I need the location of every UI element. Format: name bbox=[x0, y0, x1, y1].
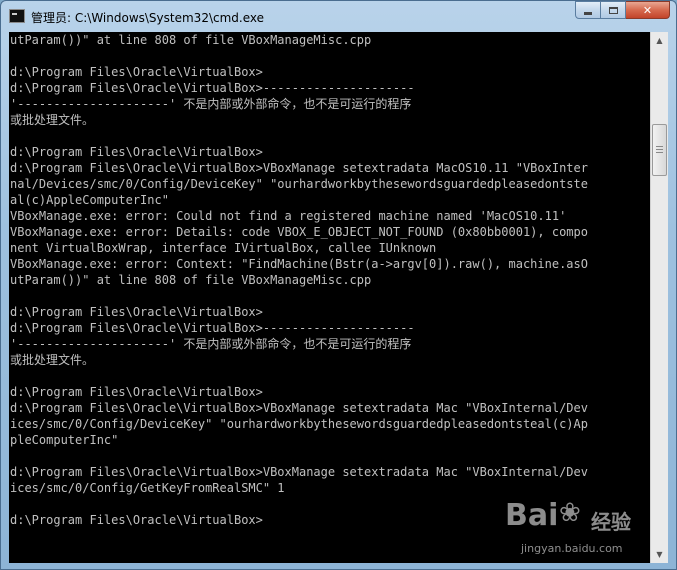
console-line: ices/smc/0/Config/GetKeyFromRealSMC" 1 bbox=[10, 481, 285, 495]
console-line: pleComputerInc" bbox=[10, 433, 119, 447]
console-line: VBoxManage.exe: error: Context: "FindMac… bbox=[10, 257, 588, 271]
console-line: 或批处理文件。 bbox=[10, 113, 95, 127]
scroll-up-arrow-icon[interactable]: ▲ bbox=[651, 32, 668, 49]
maximize-icon bbox=[608, 6, 618, 14]
console-line: 或批处理文件。 bbox=[10, 353, 95, 367]
minimize-button[interactable] bbox=[575, 1, 601, 19]
console-line: VBoxManage.exe: error: Details: code VBO… bbox=[10, 225, 588, 239]
console-line: al(c)AppleComputerInc" bbox=[10, 193, 169, 207]
console-line: utParam())" at line 808 of file VBoxMana… bbox=[10, 273, 372, 287]
maximize-button[interactable] bbox=[601, 1, 626, 19]
caption-buttons: ✕ bbox=[575, 1, 670, 21]
title-bar[interactable]: 管理员: C:\Windows\System32\cmd.exe ✕ bbox=[1, 1, 676, 33]
window-title: 管理员: C:\Windows\System32\cmd.exe bbox=[31, 11, 264, 25]
console-output[interactable]: utParam())" at line 808 of file VBoxMana… bbox=[9, 32, 650, 563]
vertical-scrollbar[interactable]: ▲ ▼ bbox=[650, 32, 668, 563]
console-line: d:\Program Files\Oracle\VirtualBox>-----… bbox=[10, 321, 415, 335]
cmd-window: 管理员: C:\Windows\System32\cmd.exe ✕ utPar… bbox=[0, 0, 677, 570]
console-line: '---------------------' 不是内部或外部命令，也不是可运行… bbox=[10, 97, 412, 111]
console-line: d:\Program Files\Oracle\VirtualBox> bbox=[10, 385, 263, 399]
console-line: d:\Program Files\Oracle\VirtualBox>VBoxM… bbox=[10, 465, 588, 479]
console-line: nal/Devices/smc/0/Config/DeviceKey" "our… bbox=[10, 177, 588, 191]
console-text: utParam())" at line 808 of file VBoxMana… bbox=[9, 32, 650, 528]
console-line: d:\Program Files\Oracle\VirtualBox> bbox=[10, 305, 263, 319]
console-line: nent VirtualBoxWrap, interface IVirtualB… bbox=[10, 241, 437, 255]
console-line: VBoxManage.exe: error: Could not find a … bbox=[10, 209, 567, 223]
console-line: d:\Program Files\Oracle\VirtualBox> bbox=[10, 513, 263, 527]
console-line: d:\Program Files\Oracle\VirtualBox>VBoxM… bbox=[10, 401, 588, 415]
console-line: ices/smc/0/Config/DeviceKey" "ourhardwor… bbox=[10, 417, 588, 431]
console-line: d:\Program Files\Oracle\VirtualBox>VBoxM… bbox=[10, 161, 588, 175]
console-line: '---------------------' 不是内部或外部命令，也不是可运行… bbox=[10, 337, 412, 351]
console-app-icon[interactable] bbox=[9, 9, 25, 23]
console-line: d:\Program Files\Oracle\VirtualBox> bbox=[10, 65, 263, 79]
scroll-down-arrow-icon[interactable]: ▼ bbox=[651, 546, 668, 563]
minimize-icon bbox=[584, 11, 592, 15]
console-line: d:\Program Files\Oracle\VirtualBox>-----… bbox=[10, 81, 415, 95]
scroll-thumb[interactable] bbox=[652, 124, 667, 176]
close-button[interactable]: ✕ bbox=[626, 1, 670, 19]
console-line: utParam())" at line 808 of file VBoxMana… bbox=[10, 33, 372, 47]
console-line: d:\Program Files\Oracle\VirtualBox> bbox=[10, 145, 263, 159]
close-icon: ✕ bbox=[642, 3, 653, 17]
